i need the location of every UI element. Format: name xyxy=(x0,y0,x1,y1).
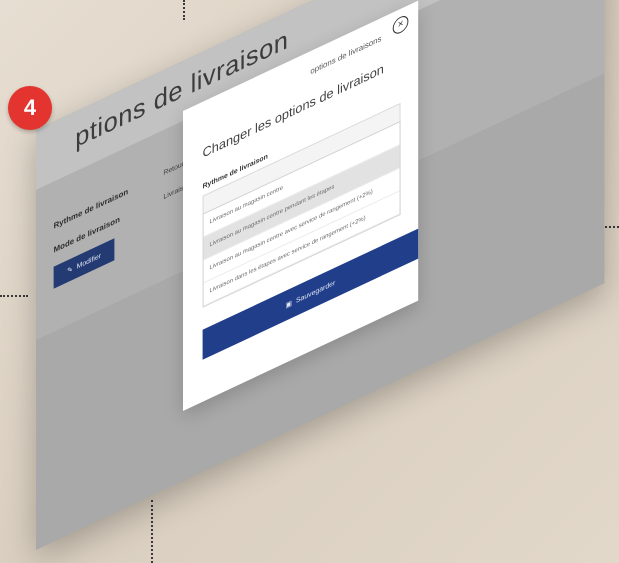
save-icon: ▣ xyxy=(285,299,293,310)
close-icon[interactable]: × xyxy=(392,13,409,37)
step-number-badge: 4 xyxy=(8,86,52,130)
change-button-label: Modifier xyxy=(76,251,102,271)
guide-line-left xyxy=(0,295,28,297)
save-button-label: Sauvegarder xyxy=(295,279,336,305)
pencil-icon: ✎ xyxy=(66,265,73,276)
guide-line-top xyxy=(183,0,185,20)
shipping-rhythm-value: Retour xyxy=(163,160,184,178)
guide-line-bottom xyxy=(151,500,153,563)
